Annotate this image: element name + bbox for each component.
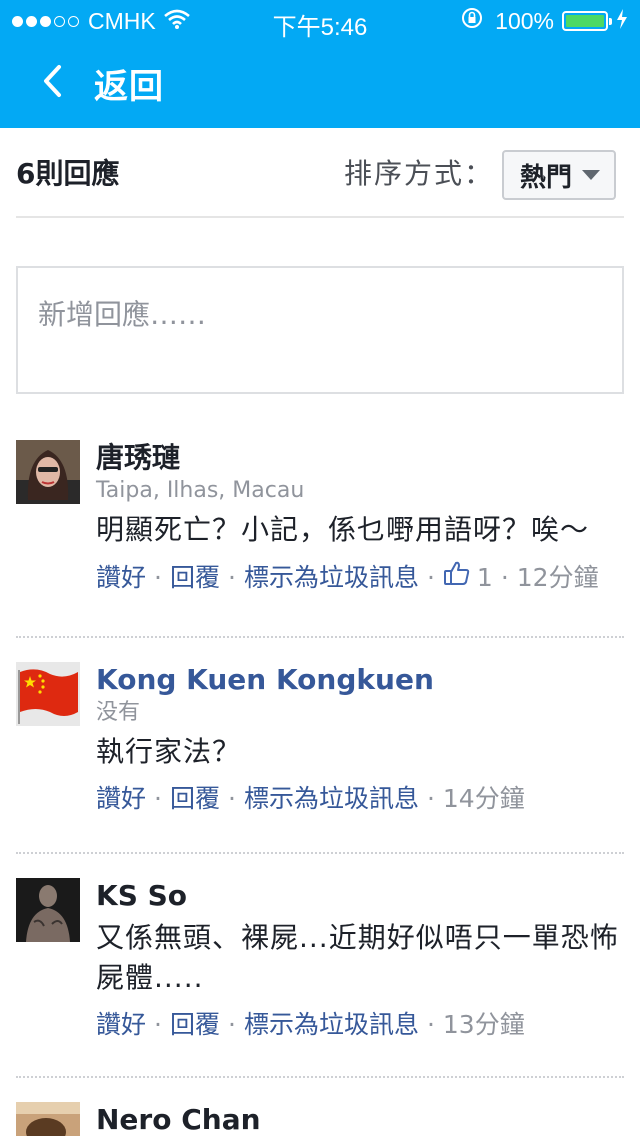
avatar[interactable] bbox=[16, 1102, 80, 1136]
separator-dot: · bbox=[154, 562, 162, 592]
status-right: 100% bbox=[461, 7, 628, 35]
comment-text: 明顯死亡？小記，係乜嘢用語呀？唉～ bbox=[96, 513, 590, 546]
comment-text: 又係無頭、裸屍...近期好似唔只一單恐怖屍體..... bbox=[96, 921, 619, 994]
add-comment-input[interactable] bbox=[18, 268, 622, 361]
back-label: 返回 bbox=[94, 66, 164, 107]
status-bar: CMHK 下午5:46 100% bbox=[0, 0, 640, 41]
battery-percent: 100% bbox=[495, 7, 554, 34]
comment-location: Taipa, Ilhas, Macau bbox=[96, 478, 305, 503]
dropdown-caret-icon bbox=[582, 170, 601, 180]
thumbs-up-icon bbox=[443, 560, 471, 595]
sort-value: 熱門 bbox=[520, 162, 573, 193]
comment-actions: 讚好 · 回覆 · 標示為垃圾訊息 · 14分鐘 bbox=[96, 782, 624, 816]
avatar[interactable] bbox=[16, 662, 80, 726]
sort-label: 排序方式： bbox=[343, 157, 494, 190]
separator-dot: · bbox=[154, 784, 162, 813]
like-count: 1 bbox=[476, 562, 493, 592]
separator-dot: · bbox=[426, 1010, 435, 1039]
separator-dot: · bbox=[227, 784, 236, 813]
charging-bolt-icon bbox=[616, 8, 628, 35]
comment-author[interactable]: 唐琇璉 bbox=[96, 440, 624, 476]
separator-dot: · bbox=[227, 1010, 236, 1039]
comment-body: KS So 又係無頭、裸屍...近期好似唔只一單恐怖屍體..... 讚好 · 回… bbox=[96, 878, 624, 1042]
comment-item: KS So 又係無頭、裸屍...近期好似唔只一單恐怖屍體..... 讚好 · 回… bbox=[16, 878, 624, 1078]
comment-body: Nero Chan bbox=[96, 1102, 624, 1136]
comment-text: 執行家法？ bbox=[96, 735, 242, 768]
comment-actions: 讚好 · 回覆 · 標示為垃圾訊息 · 1 · 12分鐘 bbox=[96, 560, 624, 595]
sort-dropdown[interactable]: 熱門 bbox=[502, 150, 616, 200]
separator-dot: · bbox=[154, 1010, 162, 1039]
back-chevron-icon bbox=[42, 64, 62, 102]
comment-time: 13分鐘 bbox=[442, 1010, 525, 1039]
comment-author[interactable]: Nero Chan bbox=[96, 1102, 624, 1136]
avatar[interactable] bbox=[16, 878, 80, 942]
comment-time: 12分鐘 bbox=[516, 562, 599, 592]
comment-actions: 讚好 · 回覆 · 標示為垃圾訊息 · 13分鐘 bbox=[96, 1008, 624, 1042]
nav-bar: 返回 bbox=[0, 40, 640, 128]
separator-dot: · bbox=[426, 562, 435, 592]
like-link[interactable]: 讚好 bbox=[96, 782, 146, 816]
comment-body: 唐琇璉 Taipa, Ilhas, Macau 明顯死亡？小記，係乜嘢用語呀？唉… bbox=[96, 440, 624, 595]
mark-spam-link[interactable]: 標示為垃圾訊息 bbox=[244, 782, 419, 816]
comment-item: Kong Kuen Kongkuen 没有 執行家法？ 讚好 · 回覆 · 標示… bbox=[16, 662, 624, 854]
comment-count: 6則回應 bbox=[16, 157, 120, 190]
comment-location: 没有 bbox=[96, 700, 141, 725]
comment-time: 14分鐘 bbox=[442, 784, 525, 813]
separator-dot: · bbox=[500, 562, 509, 592]
comment-composer[interactable] bbox=[16, 266, 624, 394]
comment-author[interactable]: KS So bbox=[96, 878, 624, 914]
separator-dot: · bbox=[426, 784, 435, 813]
reply-link[interactable]: 回覆 bbox=[170, 561, 220, 595]
divider bbox=[16, 636, 624, 638]
divider bbox=[16, 1076, 624, 1078]
avatar[interactable] bbox=[16, 440, 80, 504]
comment-body: Kong Kuen Kongkuen 没有 執行家法？ 讚好 · 回覆 · 標示… bbox=[96, 662, 624, 816]
reply-link[interactable]: 回覆 bbox=[170, 782, 220, 816]
comments-header: 6則回應 排序方式： 熱門 bbox=[16, 128, 624, 218]
back-button[interactable]: 返回 bbox=[42, 60, 164, 107]
mark-spam-link[interactable]: 標示為垃圾訊息 bbox=[244, 561, 419, 595]
separator-dot: · bbox=[227, 562, 236, 592]
comment-author[interactable]: Kong Kuen Kongkuen bbox=[96, 662, 624, 698]
mark-spam-link[interactable]: 標示為垃圾訊息 bbox=[244, 1008, 419, 1042]
reply-link[interactable]: 回覆 bbox=[170, 1008, 220, 1042]
comment-item: 唐琇璉 Taipa, Ilhas, Macau 明顯死亡？小記，係乜嘢用語呀？唉… bbox=[16, 440, 624, 638]
top-bar: CMHK 下午5:46 100% 返回 bbox=[0, 0, 640, 128]
battery-icon bbox=[562, 11, 612, 31]
divider bbox=[16, 852, 624, 854]
like-link[interactable]: 讚好 bbox=[96, 561, 146, 595]
rotation-lock-icon bbox=[461, 7, 483, 35]
comment-item: Nero Chan bbox=[16, 1102, 624, 1136]
like-link[interactable]: 讚好 bbox=[96, 1008, 146, 1042]
